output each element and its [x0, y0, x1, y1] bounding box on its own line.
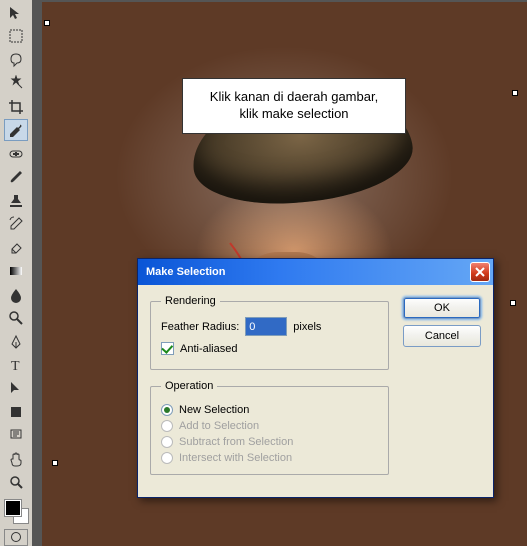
operation-option-new[interactable]: New Selection [161, 402, 378, 418]
make-selection-dialog: Make Selection Rendering Feather Radius:… [137, 258, 494, 498]
marquee-tool[interactable] [4, 25, 28, 46]
svg-text:T: T [11, 359, 20, 373]
antialiased-label[interactable]: Anti-aliased [180, 343, 237, 355]
color-swatches[interactable] [3, 498, 29, 523]
stamp-tool[interactable] [4, 190, 28, 211]
ok-button[interactable]: OK [403, 297, 481, 319]
eraser-tool[interactable] [4, 237, 28, 258]
operation-legend: Operation [161, 380, 217, 392]
gradient-tool[interactable] [4, 260, 28, 281]
healing-tool[interactable] [4, 143, 28, 164]
radio-intersect-selection [161, 452, 173, 464]
selection-handle[interactable] [44, 20, 50, 26]
radio-new-selection[interactable] [161, 404, 173, 416]
dodge-tool[interactable] [4, 307, 28, 328]
blur-tool[interactable] [4, 284, 28, 305]
quick-mask-toggle[interactable] [4, 529, 28, 546]
radio-add-selection [161, 420, 173, 432]
shape-tool[interactable] [4, 401, 28, 422]
feather-radius-input[interactable] [245, 317, 287, 336]
selection-handle[interactable] [512, 90, 518, 96]
operation-option-subtract: Subtract from Selection [161, 434, 378, 450]
rendering-legend: Rendering [161, 295, 220, 307]
wand-tool[interactable] [4, 72, 28, 93]
tools-panel: T [0, 0, 32, 546]
history-brush-tool[interactable] [4, 213, 28, 234]
dialog-titlebar[interactable]: Make Selection [138, 259, 493, 285]
selection-handle[interactable] [510, 300, 516, 306]
lasso-tool[interactable] [4, 49, 28, 70]
operation-group: Operation New Selection Add to Selection… [150, 380, 389, 475]
close-icon [475, 267, 485, 277]
foreground-color[interactable] [5, 500, 21, 516]
callout-text-line1: Klik kanan di daerah gambar, [195, 89, 393, 106]
callout-text-line2: klik make selection [195, 106, 393, 123]
path-select-tool[interactable] [4, 378, 28, 399]
document-canvas[interactable]: Klik kanan di daerah gambar, klik make s… [32, 0, 527, 546]
notes-tool[interactable] [4, 425, 28, 446]
antialiased-checkbox[interactable] [161, 342, 174, 355]
radio-subtract-selection [161, 436, 173, 448]
annotation-callout: Klik kanan di daerah gambar, klik make s… [182, 78, 406, 134]
operation-option-intersect: Intersect with Selection [161, 450, 378, 466]
feather-unit: pixels [293, 321, 321, 333]
close-button[interactable] [470, 262, 490, 282]
selection-handle[interactable] [52, 460, 58, 466]
zoom-tool[interactable] [4, 472, 28, 493]
dialog-title: Make Selection [146, 266, 225, 278]
hand-tool[interactable] [4, 448, 28, 469]
feather-label: Feather Radius: [161, 321, 239, 333]
rendering-group: Rendering Feather Radius: pixels Anti-al… [150, 295, 389, 370]
brush-tool[interactable] [4, 166, 28, 187]
eyedropper-tool[interactable] [4, 119, 28, 140]
cancel-button[interactable]: Cancel [403, 325, 481, 347]
pen-tool[interactable] [4, 331, 28, 352]
operation-option-add: Add to Selection [161, 418, 378, 434]
move-tool[interactable] [4, 2, 28, 23]
crop-tool[interactable] [4, 96, 28, 117]
type-tool[interactable]: T [4, 354, 28, 375]
